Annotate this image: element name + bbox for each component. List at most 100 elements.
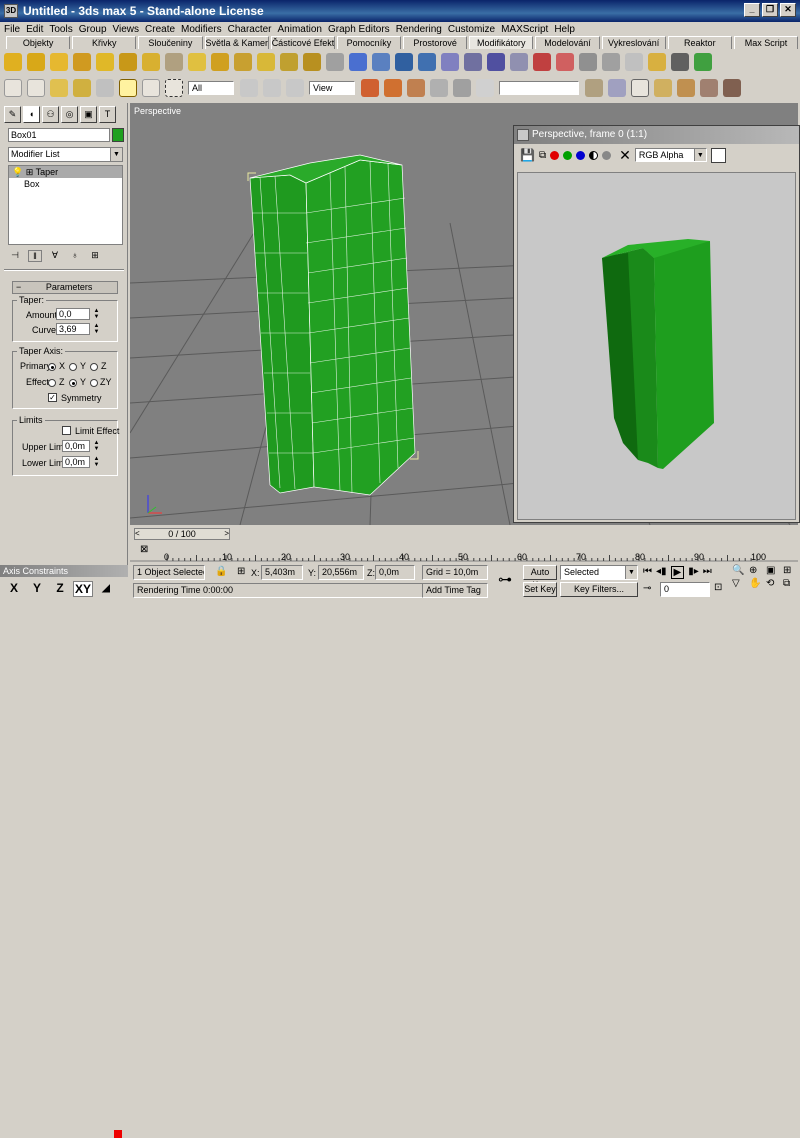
skew-icon[interactable] <box>234 53 252 71</box>
lower-limit-spinner[interactable]: 0,0m <box>62 456 90 468</box>
track-bar[interactable]: 0 10 20 30 40 50 60 70 80 90 100 ⊠ <box>130 543 798 563</box>
time-slider[interactable]: <0 / 100 > <box>134 528 230 540</box>
modify-tab-icon[interactable]: ◖ <box>23 106 40 123</box>
menu-edit[interactable]: Edit <box>26 24 43 35</box>
green-channel-icon[interactable] <box>563 150 573 160</box>
select-and-move-icon[interactable] <box>240 79 258 97</box>
set-key-button[interactable]: Set Key <box>523 582 557 597</box>
tab-max-script[interactable]: Max Script <box>733 36 799 49</box>
y-coordinate-field[interactable]: 20,556m <box>318 565 364 580</box>
create-tab-icon[interactable]: ✎ <box>4 106 21 123</box>
utilities-tab-icon[interactable]: T <box>99 106 116 123</box>
tab-modelovani[interactable]: Modelování <box>535 36 600 49</box>
arc-rotate-icon[interactable]: ⟲ <box>766 578 781 589</box>
time-configuration-icon[interactable]: ⊡ <box>714 582 722 593</box>
absolute-mode-icon[interactable]: ⊞ <box>237 566 245 577</box>
tab-krivky[interactable]: Křivky <box>72 36 137 49</box>
primary-y-radio[interactable] <box>69 363 77 371</box>
tab-reaktor[interactable]: Reaktor <box>667 36 732 49</box>
tab-svetla-kamery[interactable]: Světla & Kamery <box>204 36 269 49</box>
ripple-icon[interactable] <box>188 53 206 71</box>
meshsmooth-icon[interactable] <box>602 53 620 71</box>
key-mode-dropdown[interactable]: Selected ▼ <box>560 565 638 580</box>
curve-spinner-arrows[interactable]: ▲ ▼ <box>93 323 100 335</box>
close-button[interactable]: ✕ <box>780 3 796 17</box>
cap-holes-icon[interactable] <box>648 53 666 71</box>
render-scene-icon[interactable] <box>700 79 718 97</box>
select-object-icon[interactable] <box>119 79 137 97</box>
lock-selection-icon[interactable]: 🔒 <box>215 566 227 577</box>
minimize-button[interactable]: _ <box>744 3 760 17</box>
tab-pomocniky[interactable]: Pomocníky <box>336 36 402 49</box>
tab-vykreslovani[interactable]: Vykreslování <box>601 36 666 49</box>
menu-rendering[interactable]: Rendering <box>396 24 442 35</box>
undo-icon[interactable] <box>4 79 22 97</box>
quick-render-icon[interactable] <box>723 79 741 97</box>
color-swatch[interactable] <box>710 147 726 163</box>
tab-slouceniny[interactable]: Sloučeniny <box>138 36 203 49</box>
key-filters-button[interactable]: Key Filters... <box>560 582 638 597</box>
pan-icon[interactable]: ✋ <box>749 578 764 589</box>
axis-y-button[interactable]: Y <box>27 581 47 597</box>
limit-effect-checkbox[interactable] <box>62 426 71 435</box>
menu-graph-editors[interactable]: Graph Editors <box>328 24 390 35</box>
redo-icon[interactable] <box>27 79 45 97</box>
material-icon[interactable] <box>694 53 712 71</box>
menu-customize[interactable]: Customize <box>448 24 495 35</box>
z-coordinate-field[interactable]: 0,0m <box>375 565 415 580</box>
monochrome-icon[interactable] <box>602 150 612 160</box>
object-color-swatch[interactable] <box>112 128 124 142</box>
affect-region-icon[interactable] <box>303 53 321 71</box>
lattice-icon[interactable] <box>326 53 344 71</box>
optimize-icon[interactable] <box>625 53 643 71</box>
effect-zy-radio[interactable] <box>90 379 98 387</box>
menu-modifiers[interactable]: Modifiers <box>181 24 222 35</box>
select-manipulate-icon[interactable] <box>384 79 402 97</box>
next-frame-icon[interactable]: ▮▸ <box>688 566 699 579</box>
tab-modifikatory[interactable]: Modifikátory <box>469 36 534 49</box>
modifier-stack[interactable]: 💡 ⊞ Taper Box <box>8 165 123 245</box>
menu-group[interactable]: Group <box>79 24 107 35</box>
displace-icon[interactable] <box>372 53 390 71</box>
amount-spinner[interactable]: 0,0 <box>56 308 90 320</box>
taper-box-mesh[interactable] <box>247 154 419 496</box>
effect-z-radio[interactable] <box>48 379 56 387</box>
remove-modifier-icon[interactable]: ♁ <box>68 250 82 262</box>
blue-channel-icon[interactable] <box>576 150 586 160</box>
axis-z-button[interactable]: Z <box>50 581 70 597</box>
axis-flyout-icon[interactable]: ◢ <box>96 581 116 597</box>
spinner-snap-icon[interactable] <box>476 79 494 97</box>
pin-stack-icon[interactable]: ⊣ <box>8 250 22 262</box>
mirror-tool-icon[interactable] <box>585 79 603 97</box>
object-name-field[interactable]: Box01 <box>8 128 110 142</box>
wave-icon[interactable] <box>211 53 229 71</box>
edit-patch-icon[interactable] <box>487 53 505 71</box>
named-selection-dropdown[interactable] <box>499 81 579 95</box>
slice-icon[interactable] <box>257 53 275 71</box>
red-channel-icon[interactable] <box>550 150 560 160</box>
hierarchy-tab-icon[interactable]: ⚇ <box>42 106 59 123</box>
field-of-view-icon[interactable]: ▽ <box>732 578 747 589</box>
xref-icon[interactable] <box>441 53 459 71</box>
snaps-toggle-icon[interactable] <box>407 79 425 97</box>
make-unique-icon[interactable]: ∀ <box>48 250 62 262</box>
upper-limit-arrows[interactable]: ▲ ▼ <box>93 440 100 452</box>
configure-modifier-sets-icon[interactable]: ⊞ <box>88 250 102 262</box>
save-bitmap-icon[interactable]: 💾 <box>520 148 535 162</box>
smooth-icon[interactable] <box>579 53 597 71</box>
zoom-extents-icon[interactable]: ▣ <box>766 565 781 576</box>
motion-tab-icon[interactable]: ◎ <box>61 106 78 123</box>
show-end-result-icon[interactable]: ‖ <box>28 250 42 262</box>
key-icon[interactable]: ⊶ <box>498 571 512 588</box>
selection-region-icon[interactable] <box>165 79 183 97</box>
relax-icon[interactable] <box>165 53 183 71</box>
align-icon[interactable] <box>608 79 626 97</box>
go-to-end-icon[interactable]: ⏭ <box>703 566 712 579</box>
select-and-rotate-icon[interactable] <box>263 79 281 97</box>
selection-filter-dropdown[interactable]: All <box>188 81 234 95</box>
modifier-list-dropdown[interactable]: Modifier List ▼ <box>8 147 123 162</box>
render-frame-window[interactable]: Perspective, frame 0 (1:1) 💾 ⧉ ✕ RGB Alp… <box>513 125 800 523</box>
select-by-name-icon[interactable] <box>142 79 160 97</box>
primary-z-radio[interactable] <box>90 363 98 371</box>
play-icon[interactable]: ▶ <box>670 566 685 579</box>
